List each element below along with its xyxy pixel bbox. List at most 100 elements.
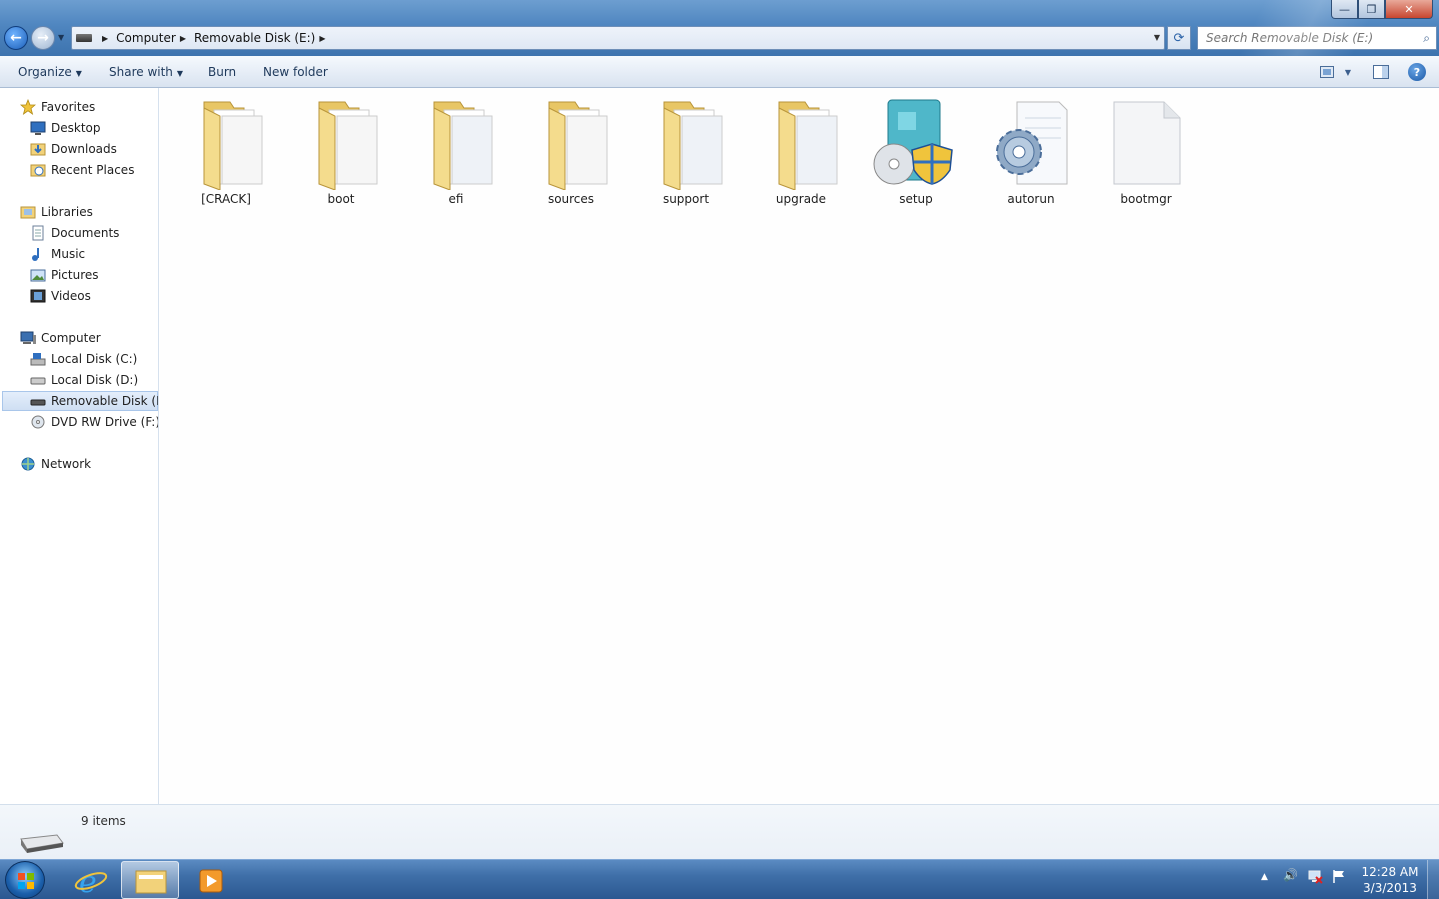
nav-removable-disk-e[interactable]: Removable Disk (E:) (2, 391, 158, 411)
videos-icon (30, 288, 46, 304)
clock[interactable]: 12:28 AM 3/3/2013 (1352, 864, 1428, 896)
share-with-button[interactable]: Share with ▼ (109, 65, 183, 79)
file-item-autorun[interactable]: autorun (981, 94, 1081, 214)
nav-local-disk-c[interactable]: Local Disk (C:) (30, 349, 137, 369)
file-item-folder[interactable]: efi (406, 94, 506, 214)
network-status-icon[interactable] (1307, 868, 1323, 887)
star-icon (19, 98, 37, 115)
nav-documents[interactable]: Documents (30, 223, 119, 243)
folder-icon (135, 870, 167, 894)
search-input[interactable] (1206, 31, 1411, 45)
item-count: 9 items (81, 814, 126, 828)
media-player-icon (199, 869, 223, 893)
computer-icon (20, 330, 36, 346)
details-pane: 9 items (0, 804, 1439, 859)
folder-icon (293, 94, 389, 191)
maximize-button[interactable]: ❐ (1358, 0, 1385, 19)
start-button[interactable] (5, 861, 45, 899)
view-options-dropdown[interactable]: ▼ (1339, 63, 1357, 81)
help-icon[interactable]: ? (1408, 63, 1426, 81)
downloads-folder-icon (30, 141, 46, 157)
back-button[interactable]: ← (4, 26, 28, 50)
folder-icon (523, 94, 619, 191)
file-list-view[interactable]: [CRACK] boot efi sources support upgrade (160, 88, 1439, 804)
recent-pages-dropdown[interactable]: ▼ (58, 33, 64, 42)
taskbar-internet-explorer[interactable]: e (62, 861, 120, 899)
clock-time: 12:28 AM (1361, 865, 1419, 879)
music-note-icon (30, 246, 46, 262)
settings-file-gear-icon (983, 94, 1079, 190)
arrow-right-icon: → (37, 30, 49, 46)
taskbar: e ▲ 🔊 12:28 AM 3/3/2013 (0, 859, 1439, 899)
internet-explorer-icon: e (74, 865, 108, 899)
folder-icon (638, 94, 734, 191)
documents-icon (30, 225, 46, 241)
minimize-button[interactable]: — (1331, 0, 1358, 19)
taskbar-windows-explorer[interactable] (121, 861, 179, 899)
preview-pane-button[interactable] (1372, 63, 1390, 81)
preview-pane-icon (1373, 65, 1389, 79)
view-icon (1320, 66, 1334, 78)
file-item-bootmgr[interactable]: bootmgr (1096, 94, 1196, 214)
action-center-flag-icon[interactable] (1331, 868, 1347, 887)
removable-drive-icon (30, 393, 46, 409)
nav-computer[interactable]: Computer (20, 328, 101, 348)
file-item-folder[interactable]: upgrade (751, 94, 851, 214)
change-view-button[interactable] (1318, 63, 1336, 81)
window-titlebar: — ❐ ✕ ← → ▼ ▶ Computer ▶ Removable Disk (… (0, 0, 1439, 56)
dvd-drive-icon (30, 414, 46, 430)
hard-drive-icon (30, 372, 46, 388)
breadcrumb-removable-disk[interactable]: Removable Disk (E:) ▶ (194, 31, 334, 45)
recent-places-icon (30, 162, 46, 178)
show-desktop-button[interactable] (1427, 860, 1439, 899)
nav-downloads[interactable]: Downloads (30, 139, 117, 159)
close-button[interactable]: ✕ (1385, 0, 1433, 19)
breadcrumb-computer[interactable]: Computer ▶ (116, 31, 194, 45)
folder-icon (408, 94, 504, 191)
refresh-button[interactable]: ⟳ (1167, 26, 1191, 50)
desktop-icon (30, 120, 46, 136)
system-drive-icon (30, 351, 46, 367)
removable-drive-icon (17, 825, 65, 858)
folder-icon (178, 94, 274, 191)
nav-desktop[interactable]: Desktop (30, 118, 101, 138)
blank-file-icon (1098, 94, 1194, 190)
search-icon: ⌕ (1423, 31, 1430, 45)
windows-logo-icon (18, 873, 34, 889)
new-folder-button[interactable]: New folder (263, 65, 328, 79)
folder-icon (753, 94, 849, 191)
search-box[interactable]: ⌕ (1197, 26, 1437, 50)
navigation-pane: Favorites Desktop Downloads Recent Place… (0, 88, 159, 804)
nav-libraries[interactable]: Libraries (20, 202, 93, 222)
nav-music[interactable]: Music (30, 244, 85, 264)
volume-icon[interactable]: 🔊 (1283, 868, 1298, 882)
address-history-dropdown[interactable]: ▼ (1154, 33, 1160, 42)
nav-network[interactable]: Network (20, 454, 91, 474)
nav-local-disk-d[interactable]: Local Disk (D:) (30, 370, 138, 390)
show-hidden-icons-button[interactable]: ▲ (1261, 872, 1268, 882)
network-icon (20, 456, 36, 472)
svg-text:e: e (79, 865, 97, 899)
organize-button[interactable]: Organize ▼ (18, 65, 82, 79)
nav-videos[interactable]: Videos (30, 286, 91, 306)
nav-dvd-drive-f[interactable]: DVD RW Drive (F:) W (30, 412, 158, 432)
setup-disc-shield-icon (868, 94, 964, 190)
forward-button[interactable]: → (31, 26, 55, 50)
burn-button[interactable]: Burn (208, 65, 236, 79)
clock-date: 3/3/2013 (1363, 881, 1417, 895)
taskbar-media-player[interactable] (182, 861, 240, 899)
arrow-left-icon: ← (10, 30, 22, 46)
file-item-folder[interactable]: support (636, 94, 736, 214)
pictures-icon (30, 267, 46, 283)
breadcrumb-separator[interactable]: ▶ (98, 34, 116, 43)
libraries-icon (20, 204, 36, 220)
address-bar[interactable]: ▶ Computer ▶ Removable Disk (E:) ▶ ▼ (71, 26, 1165, 50)
nav-favorites[interactable]: Favorites (19, 97, 95, 117)
file-item-setup[interactable]: setup (866, 94, 966, 214)
file-item-folder[interactable]: boot (291, 94, 391, 214)
file-item-folder[interactable]: sources (521, 94, 621, 214)
removable-drive-icon (76, 34, 92, 42)
nav-pictures[interactable]: Pictures (30, 265, 99, 285)
nav-recent-places[interactable]: Recent Places (30, 160, 134, 180)
file-item-folder[interactable]: [CRACK] (176, 94, 276, 214)
